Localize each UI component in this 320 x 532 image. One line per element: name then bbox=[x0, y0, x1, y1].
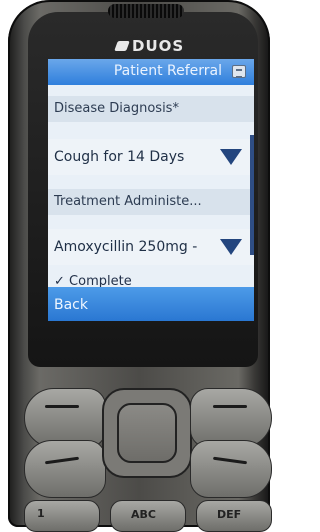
left-softkey[interactable] bbox=[24, 388, 106, 448]
back-button[interactable]: Back bbox=[54, 297, 88, 313]
select-diagnosis-value: Cough for 14 Days bbox=[54, 149, 185, 165]
key-def[interactable]: DEF bbox=[196, 500, 272, 532]
key-abc[interactable]: ABC bbox=[110, 500, 186, 532]
end-call-icon bbox=[212, 456, 248, 465]
menu-line-icon bbox=[213, 405, 247, 408]
select-treatment[interactable]: Amoxycillin 250mg - bbox=[48, 229, 254, 265]
softkey-bar: Back bbox=[48, 287, 254, 321]
key-def-label: DEF bbox=[217, 508, 242, 521]
phone-screen: Patient Referral Disease Diagnosis* Coug… bbox=[48, 59, 254, 321]
field-label-diagnosis: Disease Diagnosis* bbox=[48, 96, 254, 122]
select-diagnosis[interactable]: Cough for 14 Days bbox=[48, 139, 254, 175]
chevron-down-icon[interactable] bbox=[220, 149, 242, 165]
brand-logo: DUOS bbox=[114, 37, 185, 55]
right-softkey[interactable] bbox=[190, 388, 272, 448]
menu-icon[interactable] bbox=[232, 65, 246, 78]
photo-stage: DUOS Patient Referral Disease Diagnosis*… bbox=[0, 0, 274, 532]
brand-text: DUOS bbox=[132, 37, 185, 55]
menu-line-icon bbox=[45, 405, 79, 408]
end-call-button[interactable] bbox=[190, 440, 272, 498]
chevron-down-icon[interactable] bbox=[220, 239, 242, 255]
screen-title: Patient Referral bbox=[113, 63, 222, 79]
speaker-grille bbox=[108, 4, 184, 18]
keypad: 1 ABC DEF bbox=[14, 368, 272, 532]
brand-mark-icon bbox=[114, 41, 130, 51]
key-abc-label: ABC bbox=[131, 508, 156, 521]
ok-button[interactable] bbox=[117, 403, 177, 463]
scrollbar[interactable] bbox=[250, 135, 254, 255]
title-bar: Patient Referral bbox=[48, 59, 254, 85]
select-treatment-value: Amoxycillin 250mg - bbox=[54, 239, 198, 255]
key-1[interactable]: 1 bbox=[24, 500, 100, 532]
call-button[interactable] bbox=[24, 440, 106, 498]
key-1-label: 1 bbox=[37, 507, 45, 520]
field-label-treatment: Treatment Administe... bbox=[48, 189, 254, 215]
call-icon bbox=[44, 456, 80, 465]
